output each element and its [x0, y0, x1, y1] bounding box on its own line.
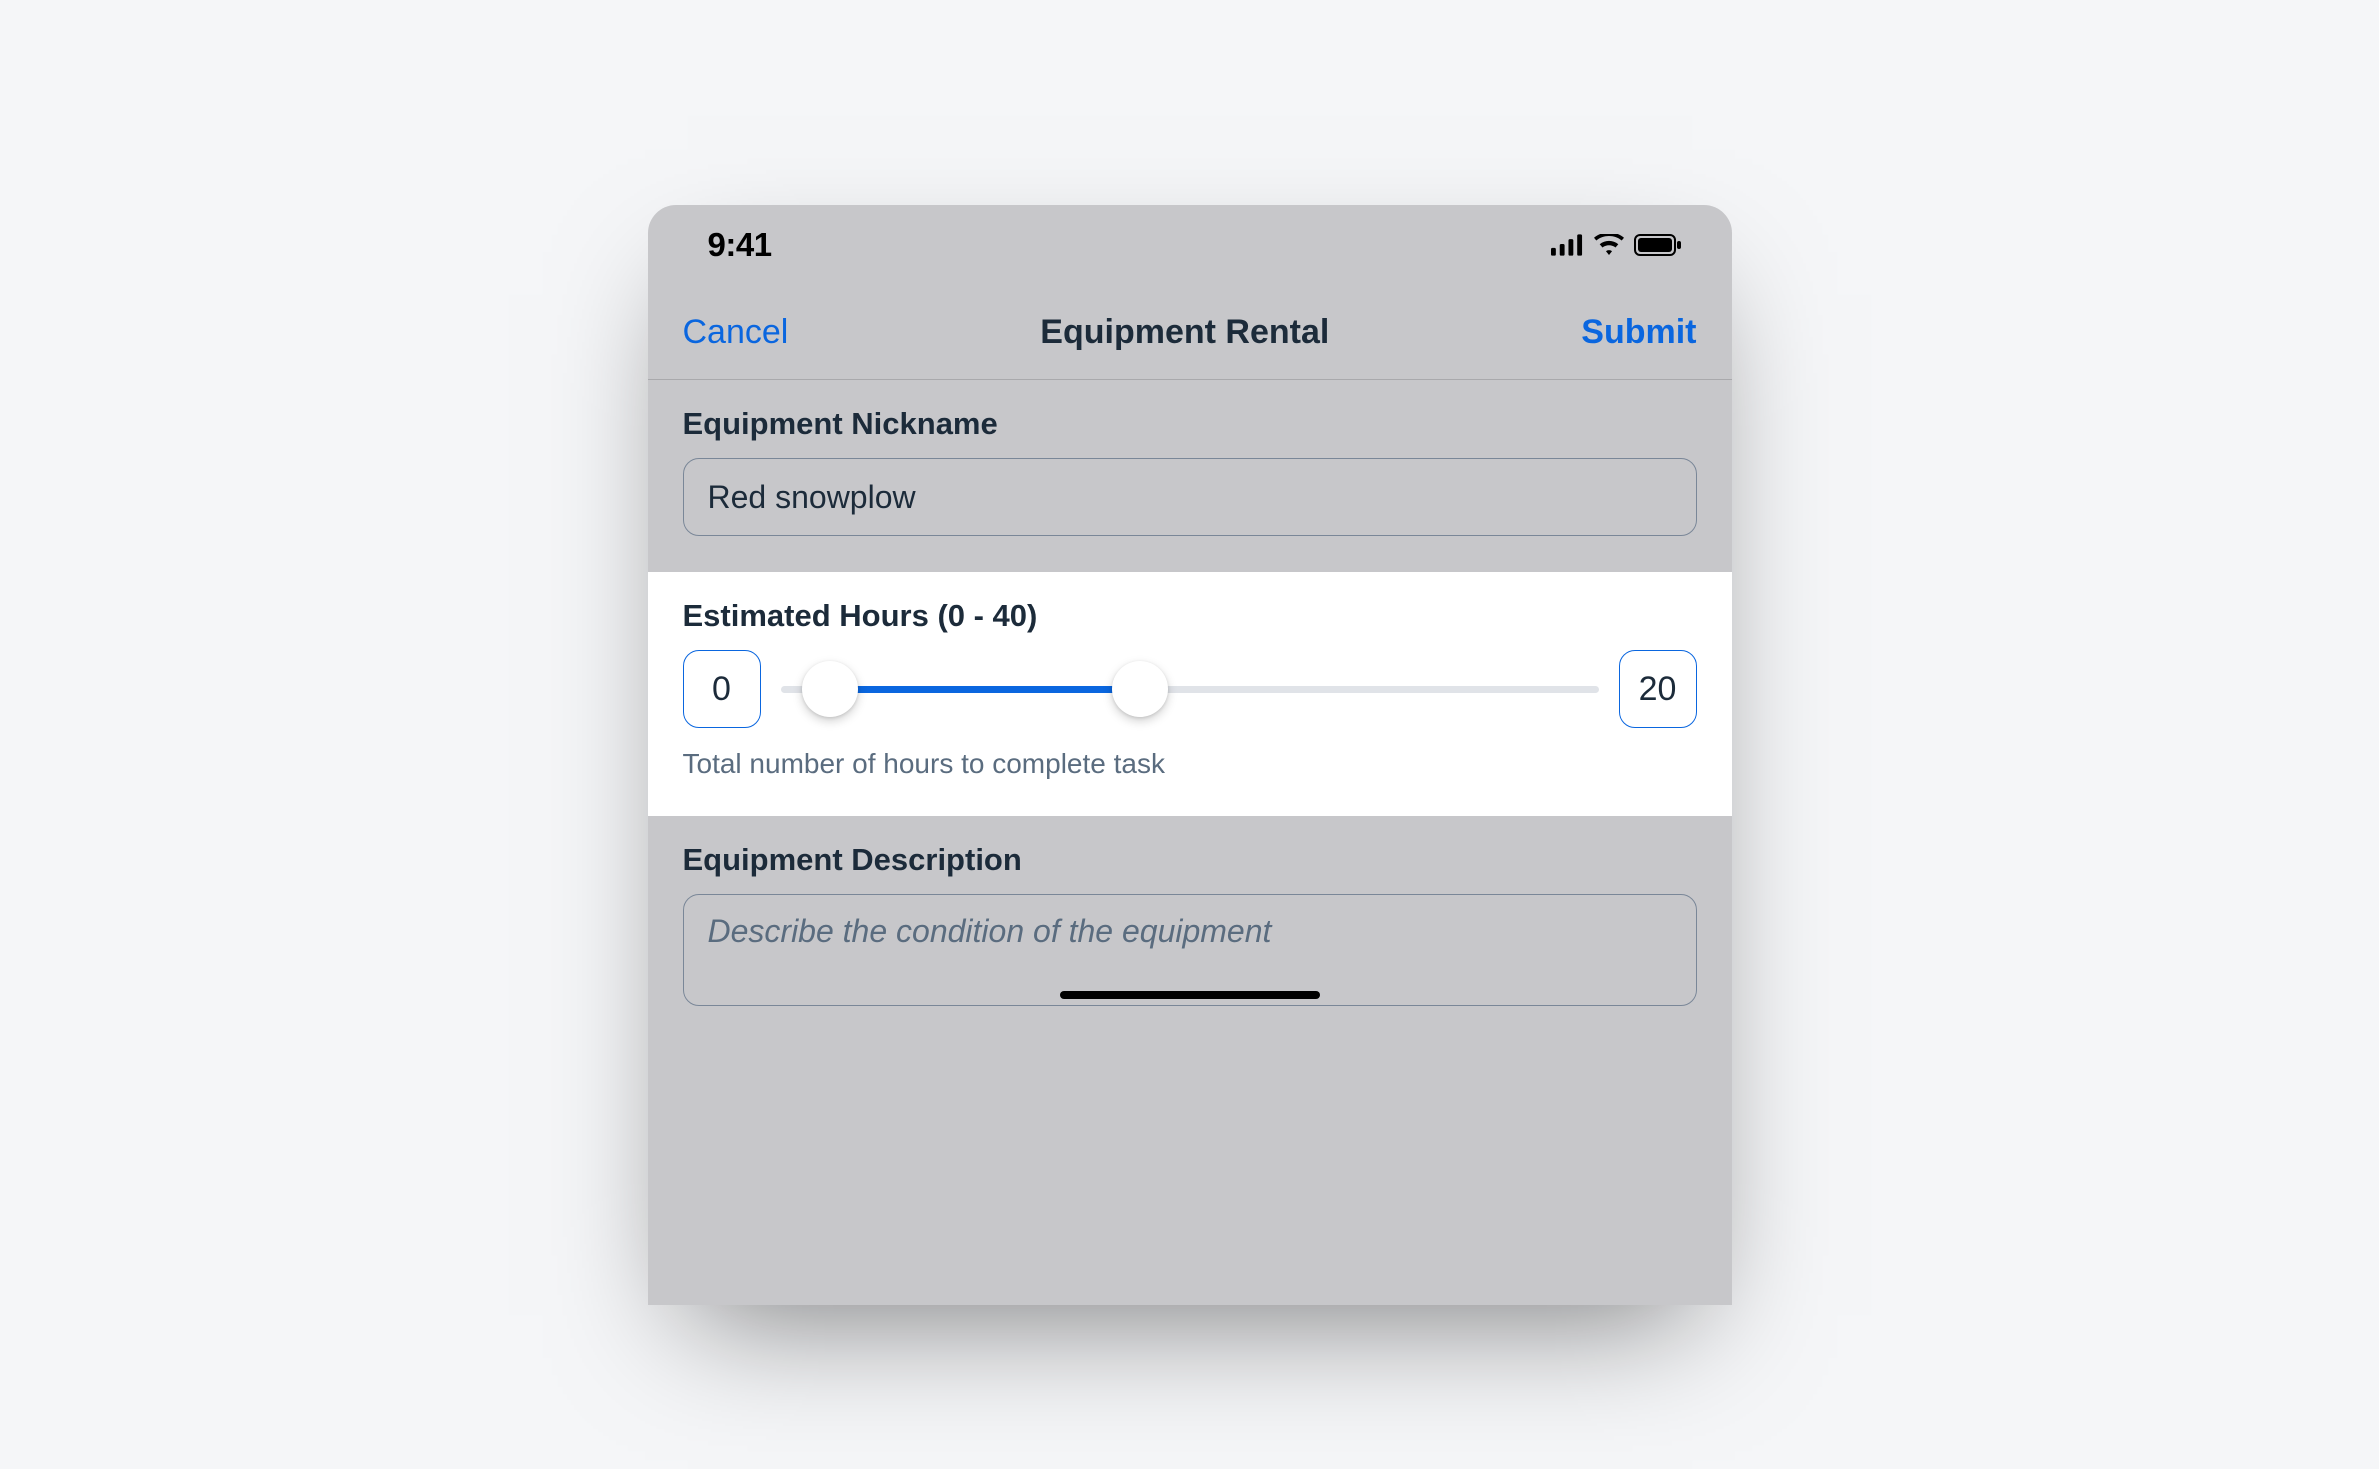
slider-fill	[830, 686, 1141, 693]
hours-max-value[interactable]: 20	[1619, 650, 1697, 728]
nav-bar: Cancel Equipment Rental Submit	[648, 285, 1732, 380]
phone-frame: 9:41 Cancel Equipment Rental Submit	[648, 205, 1732, 1305]
description-label: Equipment Description	[683, 842, 1697, 878]
hours-slider[interactable]	[781, 659, 1599, 719]
description-textarea[interactable]	[683, 894, 1697, 1006]
slider-thumb-min[interactable]	[802, 661, 858, 717]
cancel-button[interactable]: Cancel	[683, 313, 789, 352]
slider-thumb-max[interactable]	[1112, 661, 1168, 717]
status-icons	[1551, 234, 1682, 256]
battery-icon	[1634, 234, 1682, 256]
nickname-section: Equipment Nickname	[648, 380, 1732, 572]
hours-section: Estimated Hours (0 - 40) 0 20 Total numb…	[648, 572, 1732, 816]
hours-helper-text: Total number of hours to complete task	[683, 748, 1697, 780]
hours-slider-row: 0 20	[683, 650, 1697, 728]
status-time: 9:41	[708, 226, 772, 264]
description-section: Equipment Description	[648, 816, 1732, 1011]
nickname-label: Equipment Nickname	[683, 406, 1697, 442]
status-bar: 9:41	[648, 205, 1732, 285]
wifi-icon	[1594, 234, 1624, 256]
hours-min-value[interactable]: 0	[683, 650, 761, 728]
hours-label: Estimated Hours (0 - 40)	[683, 598, 1697, 634]
nickname-input[interactable]	[683, 458, 1697, 536]
cellular-signal-icon	[1551, 234, 1584, 256]
submit-button[interactable]: Submit	[1581, 313, 1696, 352]
page-title: Equipment Rental	[1040, 313, 1329, 352]
slider-track	[781, 686, 1599, 693]
home-indicator[interactable]	[1060, 991, 1320, 999]
